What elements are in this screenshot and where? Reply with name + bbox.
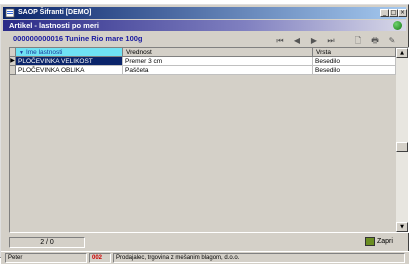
table-row-2-name[interactable]: PLOČEVINKA OBLIKA	[16, 66, 123, 75]
article-label: 000000000016 Tunine Rio mare 100g	[13, 34, 143, 43]
window-title: SAOP Šifranti [DEMO]	[18, 9, 92, 16]
minimize-button[interactable]: _	[380, 9, 389, 17]
scroll-down-icon[interactable]: ▼	[396, 222, 408, 232]
first-record-button[interactable]: ⏮	[274, 35, 286, 47]
properties-grid[interactable]: ▼ Ime lastnosti Vrednost Vrsta ▶ PLOČEVIN…	[9, 47, 409, 233]
main-window: SAOP Šifranti [DEMO] _ □ × Artikel - las…	[0, 4, 409, 264]
table-row-1-type[interactable]: Besedilo	[313, 57, 396, 66]
form-titlebar: Artikel - lastnosti po meri	[3, 20, 406, 31]
scroll-thumb[interactable]	[396, 142, 408, 152]
close-form-button[interactable]: Zapri	[365, 236, 405, 248]
last-record-button[interactable]: ⏭	[325, 35, 337, 47]
column-header-type[interactable]: Vrsta	[313, 48, 396, 57]
door-icon	[365, 236, 375, 246]
column-header-value[interactable]: Vrednost	[123, 48, 313, 57]
maximize-button[interactable]: □	[389, 9, 398, 17]
form-title: Artikel - lastnosti po meri	[9, 21, 100, 30]
table-row-1-value[interactable]: Premer 3 cm	[123, 57, 313, 66]
app-icon	[5, 8, 15, 18]
settings-button[interactable]: ✎	[386, 35, 398, 47]
next-record-button[interactable]: ▶	[308, 35, 320, 47]
prev-record-button[interactable]: ◀	[291, 35, 303, 47]
record-counter: 2 / 0	[9, 237, 85, 248]
table-row-2-value[interactable]: Paščeta	[123, 66, 313, 75]
table-row-2-type[interactable]: Besedilo	[313, 66, 396, 75]
close-window-button[interactable]: ×	[398, 9, 407, 17]
scroll-up-icon[interactable]: ▲	[396, 48, 408, 58]
status-user: Peter	[5, 253, 87, 263]
window-titlebar[interactable]: SAOP Šifranti [DEMO] _ □ ×	[3, 7, 407, 19]
close-form-label: Zapri	[377, 238, 393, 245]
table-row-1-name[interactable]: PLOČEVINKA VELIKOST	[16, 57, 123, 66]
column-header-name[interactable]: ▼ Ime lastnosti	[16, 48, 123, 57]
status-code: 002	[89, 253, 111, 263]
print-button[interactable]: 🖶	[369, 35, 381, 47]
status-company: Prodajalec, trgovina z mešanim blagom, d…	[113, 253, 405, 263]
sort-arrow-icon: ▼	[19, 50, 24, 56]
globe-icon[interactable]	[393, 21, 402, 30]
new-record-button[interactable]: 🗋	[352, 35, 364, 47]
vertical-scrollbar[interactable]: ▲ ▼	[396, 48, 408, 232]
